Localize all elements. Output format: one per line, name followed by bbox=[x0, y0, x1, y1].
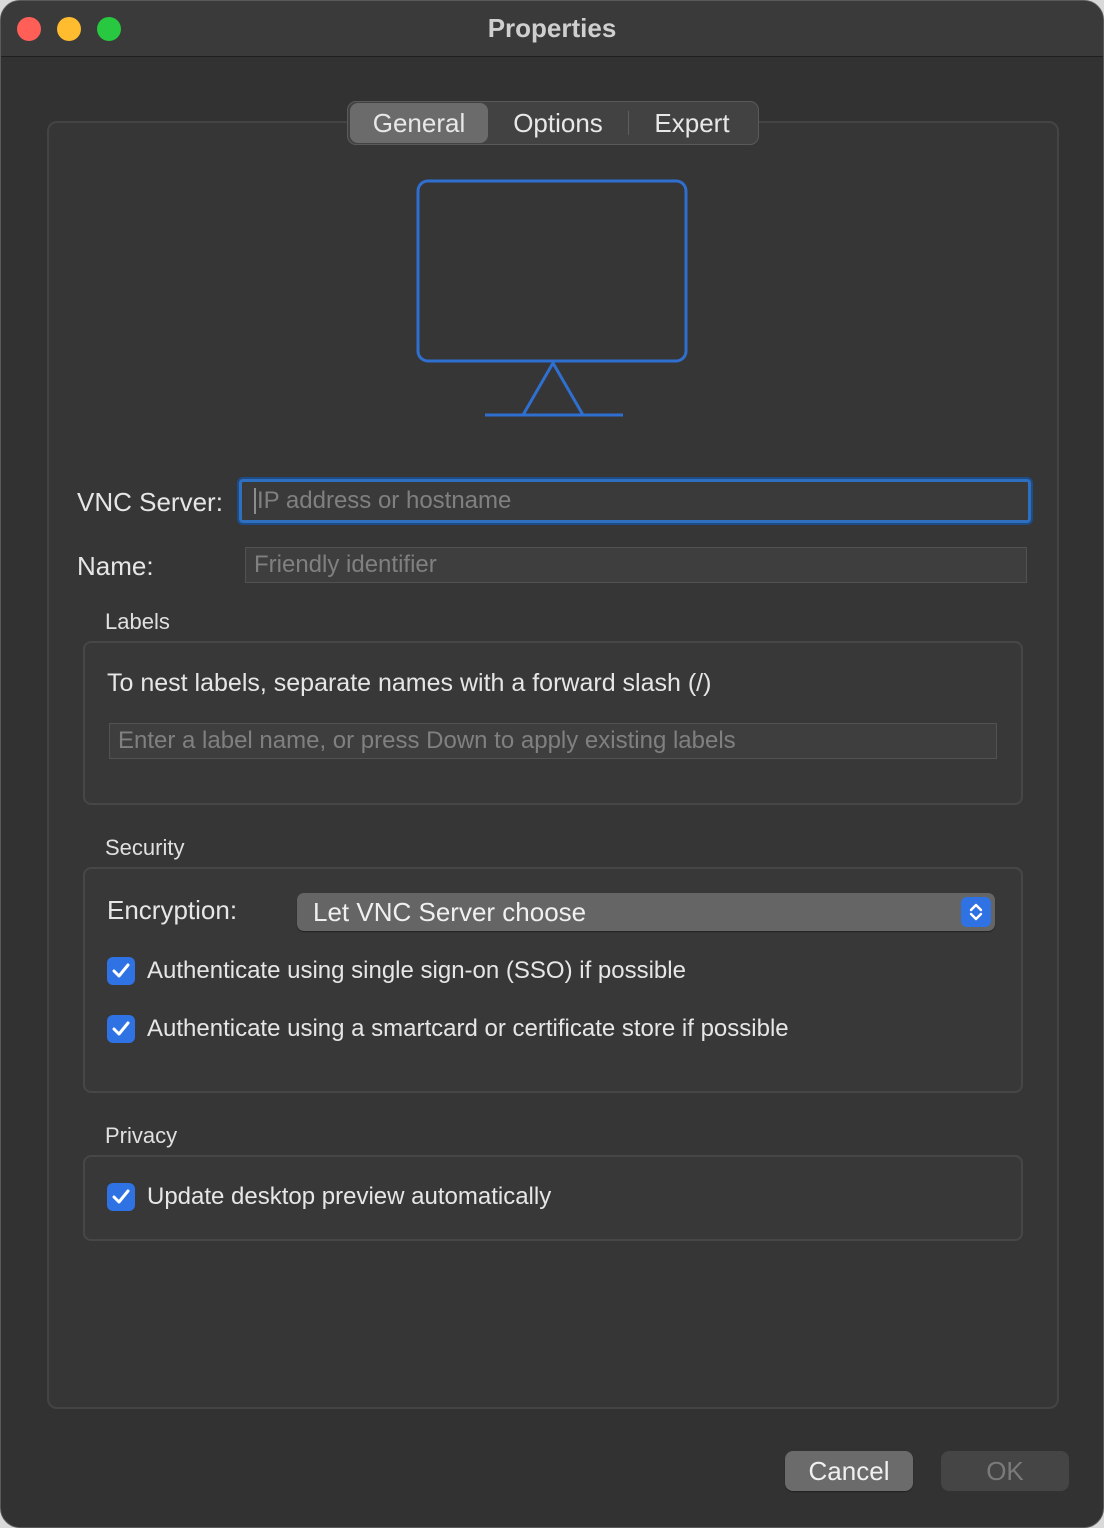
chevron-updown-icon bbox=[961, 897, 991, 927]
checkmark-icon bbox=[112, 1189, 130, 1204]
name-label: Name: bbox=[77, 551, 154, 581]
properties-window: Properties General Options Expert VNC Se… bbox=[0, 0, 1104, 1528]
title-bar[interactable]: Properties bbox=[1, 1, 1103, 57]
labels-input[interactable]: Enter a label name, or press Down to app… bbox=[109, 723, 997, 759]
window-title: Properties bbox=[487, 13, 617, 43]
encryption-selected-value: Let VNC Server choose bbox=[313, 896, 587, 927]
smartcard-checkbox-row[interactable]: Authenticate using a smartcard or certif… bbox=[107, 1015, 789, 1043]
smartcard-checkbox[interactable] bbox=[107, 1015, 135, 1043]
text-caret bbox=[254, 488, 256, 514]
security-section-title: Security bbox=[105, 835, 185, 860]
ok-button[interactable]: OK bbox=[941, 1451, 1069, 1491]
monitor-icon bbox=[415, 177, 691, 426]
tab-bar: General Options Expert bbox=[347, 101, 759, 145]
privacy-section-title: Privacy bbox=[105, 1123, 178, 1148]
vnc-server-label: VNC Server: bbox=[77, 487, 223, 517]
preview-checkbox-row[interactable]: Update desktop preview automatically bbox=[107, 1183, 551, 1211]
name-placeholder: Friendly identifier bbox=[254, 551, 437, 578]
sso-checkbox[interactable] bbox=[107, 957, 135, 985]
labels-hint-text: To nest labels, separate names with a fo… bbox=[107, 669, 712, 697]
name-input[interactable]: Friendly identifier bbox=[245, 547, 1027, 583]
tab-general[interactable]: General bbox=[350, 103, 488, 143]
tab-expert[interactable]: Expert bbox=[629, 103, 755, 143]
vnc-server-input[interactable]: IP address or hostname bbox=[239, 479, 1031, 523]
labels-placeholder: Enter a label name, or press Down to app… bbox=[118, 727, 736, 754]
vnc-server-placeholder: IP address or hostname bbox=[257, 487, 512, 514]
checkmark-icon bbox=[112, 963, 130, 978]
encryption-select[interactable]: Let VNC Server choose bbox=[297, 893, 995, 931]
sso-checkbox-row[interactable]: Authenticate using single sign-on (SSO) … bbox=[107, 957, 686, 985]
checkmark-icon bbox=[112, 1021, 130, 1036]
smartcard-checkbox-label: Authenticate using a smartcard or certif… bbox=[147, 1015, 789, 1042]
labels-section-title: Labels bbox=[105, 609, 170, 634]
sso-checkbox-label: Authenticate using single sign-on (SSO) … bbox=[147, 957, 686, 984]
preview-checkbox[interactable] bbox=[107, 1183, 135, 1211]
preview-checkbox-label: Update desktop preview automatically bbox=[147, 1183, 552, 1210]
cancel-button[interactable]: Cancel bbox=[785, 1451, 913, 1491]
encryption-label: Encryption: bbox=[107, 895, 238, 925]
tab-options[interactable]: Options bbox=[488, 103, 628, 143]
